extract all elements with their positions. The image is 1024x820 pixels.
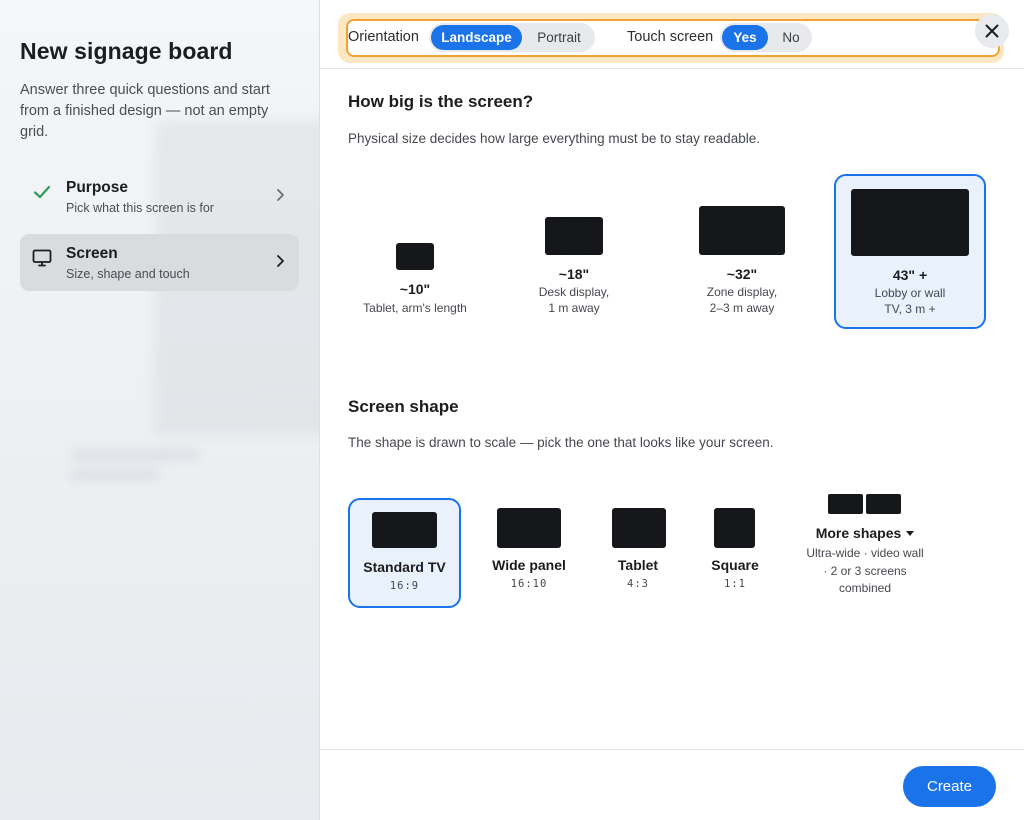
size-description: Physical size decides how large everythi… bbox=[348, 131, 760, 146]
background-blur-row bbox=[70, 450, 200, 460]
shape-option-tablet[interactable]: Tablet 4:3 bbox=[598, 498, 678, 608]
size-option-32[interactable]: ~32" Zone display, 2–3 m away bbox=[666, 176, 818, 331]
shape-ratio: 16:9 bbox=[389, 580, 420, 592]
more-shapes-description: Ultra-wide · video wall · 2 or 3 screens… bbox=[800, 545, 930, 598]
size-desc: 1 m away bbox=[548, 301, 600, 315]
close-button[interactable] bbox=[975, 14, 1009, 48]
size-option-10[interactable]: ~10" Tablet, arm's length bbox=[339, 176, 491, 331]
size-desc: 2–3 m away bbox=[709, 301, 775, 315]
size-value: 43" + bbox=[892, 267, 928, 283]
size-heading: How big is the screen? bbox=[348, 92, 534, 111]
orientation-option-landscape[interactable]: Landscape bbox=[431, 25, 522, 50]
size-value: ~18" bbox=[558, 266, 590, 282]
wizard-intro: Answer three quick questions and start f… bbox=[20, 82, 270, 140]
wizard-footer: Create bbox=[320, 749, 1024, 820]
shape-heading: Screen shape bbox=[348, 397, 459, 416]
video-wall-preview-left bbox=[828, 494, 863, 514]
shape-option-square[interactable]: Square 1:1 bbox=[695, 498, 775, 608]
size-desc: Tablet, arm's length bbox=[363, 301, 467, 315]
background-blur-row bbox=[70, 470, 160, 480]
shape-preview bbox=[497, 508, 561, 548]
step-title: Purpose bbox=[66, 179, 129, 196]
step-subtitle: Pick what this screen is for bbox=[66, 201, 214, 215]
create-button[interactable]: Create bbox=[903, 766, 996, 807]
shape-preview bbox=[612, 508, 666, 548]
more-shapes-option[interactable]: More shapes Ultra-wide · video wall · 2 … bbox=[800, 492, 930, 602]
size-value: ~10" bbox=[399, 281, 431, 297]
caret-down-icon bbox=[906, 531, 915, 536]
screen-preview bbox=[396, 243, 434, 270]
chevron-right-icon bbox=[277, 189, 284, 201]
monitor-icon bbox=[32, 249, 52, 267]
shape-name: Tablet bbox=[617, 557, 659, 573]
more-shapes-desc-line: · 2 or 3 screens bbox=[823, 563, 907, 578]
size-desc: TV, 3 m + bbox=[884, 302, 936, 316]
touch-option-yes[interactable]: Yes bbox=[722, 25, 768, 50]
wizard-sidebar: New signage board Answer three quick que… bbox=[0, 0, 320, 820]
check-icon bbox=[33, 185, 51, 199]
shape-ratio: 16:10 bbox=[510, 578, 548, 590]
size-option-43-plus[interactable]: 43" + Lobby or wall TV, 3 m + bbox=[834, 174, 986, 329]
shape-description: The shape is drawn to scale — pick the o… bbox=[348, 435, 774, 450]
more-shapes-desc-line: Ultra-wide · video wall bbox=[806, 546, 924, 560]
touch-screen-toggle: Yes No bbox=[720, 23, 812, 52]
size-option-18[interactable]: ~18" Desk display, 1 m away bbox=[498, 176, 650, 331]
orientation-toggle: Landscape Portrait bbox=[429, 23, 595, 52]
shape-option-standard-tv[interactable]: Standard TV 16:9 bbox=[348, 498, 461, 608]
video-wall-preview-right bbox=[866, 494, 901, 514]
shape-ratio: 1:1 bbox=[724, 578, 746, 590]
more-shapes-dropdown[interactable]: More shapes bbox=[800, 525, 930, 541]
screen-step-content: How big is the screen? Physical size dec… bbox=[320, 69, 1024, 749]
screen-preview bbox=[851, 189, 969, 256]
touch-option-no[interactable]: No bbox=[772, 25, 810, 50]
shape-ratio: 4:3 bbox=[627, 578, 649, 590]
size-desc: Lobby or wall bbox=[874, 286, 946, 300]
step-subtitle: Size, shape and touch bbox=[66, 267, 190, 281]
shape-name: Wide panel bbox=[492, 557, 566, 573]
step-screen[interactable]: Screen Size, shape and touch bbox=[20, 234, 299, 291]
close-icon bbox=[985, 24, 999, 38]
shape-preview bbox=[372, 512, 437, 548]
screen-preview bbox=[545, 217, 603, 255]
orientation-option-portrait[interactable]: Portrait bbox=[525, 25, 593, 50]
screen-preview bbox=[699, 206, 785, 255]
settings-toolbar: Orientation Landscape Portrait Touch scr… bbox=[320, 0, 1024, 69]
shape-option-wide-panel[interactable]: Wide panel 16:10 bbox=[479, 498, 579, 608]
chevron-right-icon bbox=[277, 255, 284, 267]
touch-screen-label: Touch screen bbox=[627, 29, 714, 45]
size-value: ~32" bbox=[726, 266, 758, 282]
shape-name: Standard TV bbox=[363, 559, 446, 575]
step-title: Screen bbox=[66, 245, 118, 262]
more-shapes-desc-line: combined bbox=[838, 581, 892, 595]
shape-name: Square bbox=[711, 557, 759, 573]
size-desc: Desk display, bbox=[538, 285, 610, 299]
shape-preview bbox=[714, 508, 755, 548]
orientation-label: Orientation bbox=[348, 29, 419, 45]
more-shapes-label: More shapes bbox=[815, 525, 902, 541]
wizard-title: New signage board bbox=[20, 38, 233, 64]
step-purpose[interactable]: Purpose Pick what this screen is for bbox=[20, 168, 299, 225]
size-desc: Zone display, bbox=[706, 285, 778, 299]
